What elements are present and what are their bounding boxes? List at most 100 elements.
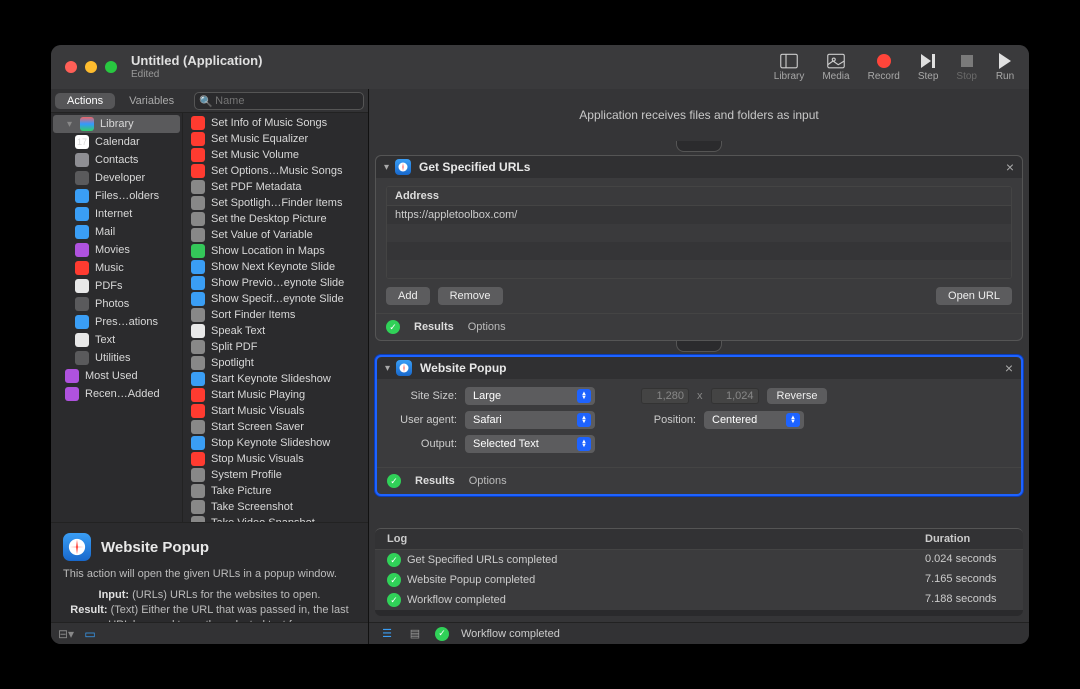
action-list-item[interactable]: Take Video Snapshot	[183, 515, 368, 522]
sidebar-item[interactable]: Mail	[51, 223, 182, 241]
search-input[interactable]	[194, 92, 364, 110]
action-icon	[191, 308, 205, 322]
action-list-item[interactable]: Start Keynote Slideshow	[183, 371, 368, 387]
user-agent-select[interactable]: Safari▲▼	[465, 411, 595, 429]
workflow-input-header: Application receives files and folders a…	[369, 89, 1029, 141]
position-label: Position:	[641, 414, 696, 426]
action-list-item[interactable]: Stop Keynote Slideshow	[183, 435, 368, 451]
action-list-item[interactable]: Set the Desktop Picture	[183, 211, 368, 227]
media-button[interactable]: Media	[822, 53, 849, 82]
output-select[interactable]: Selected Text▲▼	[465, 435, 595, 453]
category-icon	[75, 207, 89, 221]
record-button[interactable]: Record	[868, 53, 900, 82]
action-website-popup[interactable]: ▾ Website Popup × Site Size: Large▲▼ x	[375, 355, 1023, 496]
sidebar-item-library[interactable]: ▾ Library	[53, 115, 180, 133]
height-field[interactable]	[711, 388, 759, 404]
close-icon[interactable]: ×	[1006, 159, 1014, 175]
tab-variables[interactable]: Variables	[117, 93, 186, 109]
close-icon[interactable]: ×	[1005, 360, 1013, 376]
action-list-item[interactable]: Set PDF Metadata	[183, 179, 368, 195]
zoom-icon[interactable]	[105, 61, 117, 73]
action-list-item[interactable]: Show Specif…eynote Slide	[183, 291, 368, 307]
status-text: Workflow completed	[461, 628, 560, 640]
action-list-item[interactable]: Set Spotligh…Finder Items	[183, 195, 368, 211]
results-link[interactable]: Results	[414, 321, 454, 333]
action-list-item[interactable]: Set Music Volume	[183, 147, 368, 163]
sidebar-item-most-used[interactable]: Most Used	[51, 367, 182, 385]
action-list-item[interactable]: Set Info of Music Songs	[183, 115, 368, 131]
url-row-empty[interactable]	[387, 242, 1011, 260]
sidebar-item[interactable]: Text	[51, 331, 182, 349]
stop-button[interactable]: Stop	[956, 53, 977, 82]
action-icon	[191, 388, 205, 402]
width-field[interactable]	[641, 388, 689, 404]
action-list-item[interactable]: Stop Music Visuals	[183, 451, 368, 467]
step-icon	[918, 53, 938, 69]
action-list-item[interactable]: Show Next Keynote Slide	[183, 259, 368, 275]
remove-button[interactable]: Remove	[438, 287, 503, 305]
chevron-down-icon[interactable]: ▾	[385, 363, 390, 374]
action-list-item[interactable]: Sort Finder Items	[183, 307, 368, 323]
output-label: Output:	[387, 438, 457, 450]
category-icon	[75, 153, 89, 167]
action-list-item[interactable]: Start Music Visuals	[183, 403, 368, 419]
url-row-empty[interactable]	[387, 260, 1011, 278]
sidebar-item[interactable]: Pres…ations	[51, 313, 182, 331]
results-link[interactable]: Results	[415, 475, 455, 487]
run-button[interactable]: Run	[995, 53, 1015, 82]
folder-icon	[65, 387, 79, 401]
action-list-item[interactable]: Show Location in Maps	[183, 243, 368, 259]
site-size-select[interactable]: Large▲▼	[465, 387, 595, 405]
connector	[375, 141, 1023, 155]
action-list-item[interactable]: Show Previo…eynote Slide	[183, 275, 368, 291]
description-icon[interactable]: ▭	[83, 627, 97, 641]
list-view-icon[interactable]: ☰	[379, 626, 395, 642]
actions-list: Set Info of Music SongsSet Music Equaliz…	[183, 113, 368, 522]
open-url-button[interactable]: Open URL	[936, 287, 1012, 305]
options-link[interactable]: Options	[468, 321, 506, 333]
url-row-empty[interactable]	[387, 224, 1011, 242]
add-button[interactable]: Add	[386, 287, 430, 305]
sidebar-item[interactable]: Developer	[51, 169, 182, 187]
options-link[interactable]: Options	[469, 475, 507, 487]
sidebar-item[interactable]: Utilities	[51, 349, 182, 367]
workflow-view-icon[interactable]: ▤	[407, 626, 423, 642]
sidebar-item[interactable]: Photos	[51, 295, 182, 313]
action-get-specified-urls[interactable]: ▾ Get Specified URLs × Address https://a…	[375, 155, 1023, 341]
scrollbar[interactable]	[375, 610, 1023, 616]
url-row[interactable]: https://appletoolbox.com/	[387, 206, 1011, 224]
action-icon	[191, 340, 205, 354]
sidebar-item[interactable]: Contacts	[51, 151, 182, 169]
step-button[interactable]: Step	[918, 53, 939, 82]
tab-actions[interactable]: Actions	[55, 93, 115, 109]
action-list-item[interactable]: Take Picture	[183, 483, 368, 499]
action-list-item[interactable]: Start Screen Saver	[183, 419, 368, 435]
action-list-item[interactable]: System Profile	[183, 467, 368, 483]
action-list-item[interactable]: Speak Text	[183, 323, 368, 339]
sidebar-item[interactable]: Movies	[51, 241, 182, 259]
minimize-icon[interactable]	[85, 61, 97, 73]
chevron-down-icon[interactable]: ▾	[384, 162, 389, 173]
sidebar-item-recently-added[interactable]: Recen…Added	[51, 385, 182, 403]
sidebar-item[interactable]: 17Calendar	[51, 133, 182, 151]
library-button[interactable]: Library	[774, 53, 805, 82]
action-icon	[191, 452, 205, 466]
log-panel: Log Duration Get Specified URLs complete…	[375, 528, 1023, 616]
action-list-item[interactable]: Start Music Playing	[183, 387, 368, 403]
reverse-button[interactable]: Reverse	[767, 388, 828, 404]
close-icon[interactable]	[65, 61, 77, 73]
sidebar-item[interactable]: PDFs	[51, 277, 182, 295]
action-list-item[interactable]: Set Music Equalizer	[183, 131, 368, 147]
sidebar-item[interactable]: Files…olders	[51, 187, 182, 205]
position-select[interactable]: Centered▲▼	[704, 411, 804, 429]
action-list-item[interactable]: Take Screenshot	[183, 499, 368, 515]
sidebar-item[interactable]: Music	[51, 259, 182, 277]
title-block: Untitled (Application) Edited	[131, 53, 262, 81]
hide-library-icon[interactable]: ⊟▾	[59, 627, 73, 641]
site-size-label: Site Size:	[387, 390, 457, 402]
sidebar-item[interactable]: Internet	[51, 205, 182, 223]
action-list-item[interactable]: Spotlight	[183, 355, 368, 371]
action-list-item[interactable]: Split PDF	[183, 339, 368, 355]
action-list-item[interactable]: Set Value of Variable	[183, 227, 368, 243]
action-list-item[interactable]: Set Options…Music Songs	[183, 163, 368, 179]
